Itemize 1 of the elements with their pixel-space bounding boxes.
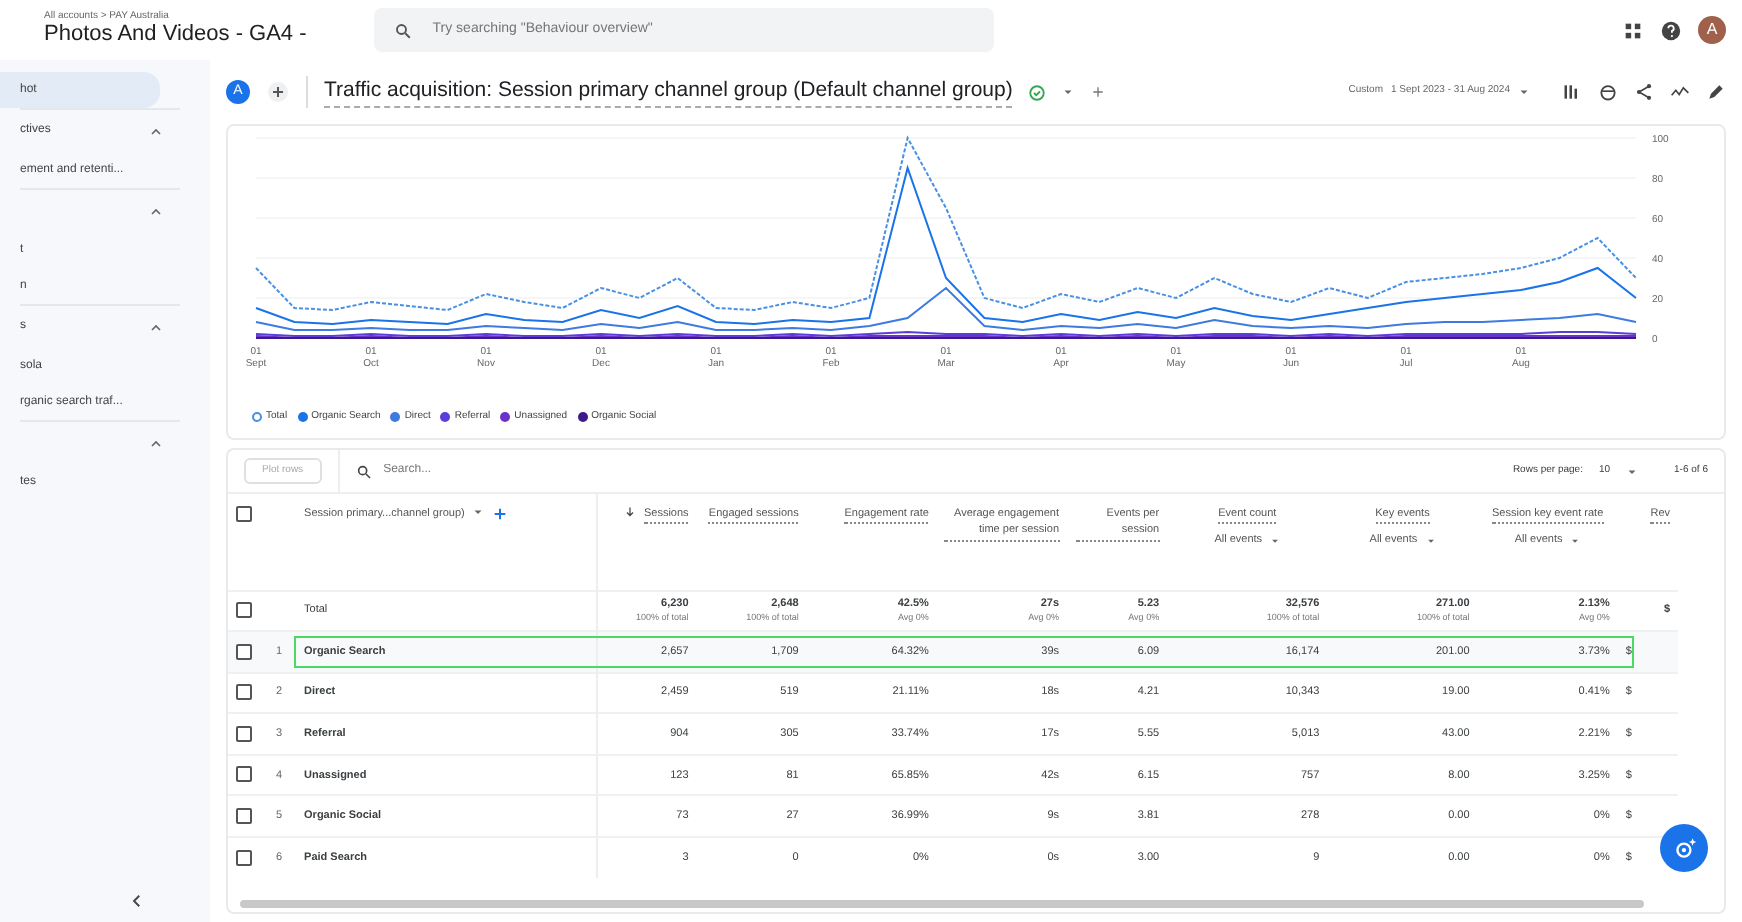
report-title: Traffic acquisition: Session primary channel group (Default channel group) <box>324 75 1013 109</box>
